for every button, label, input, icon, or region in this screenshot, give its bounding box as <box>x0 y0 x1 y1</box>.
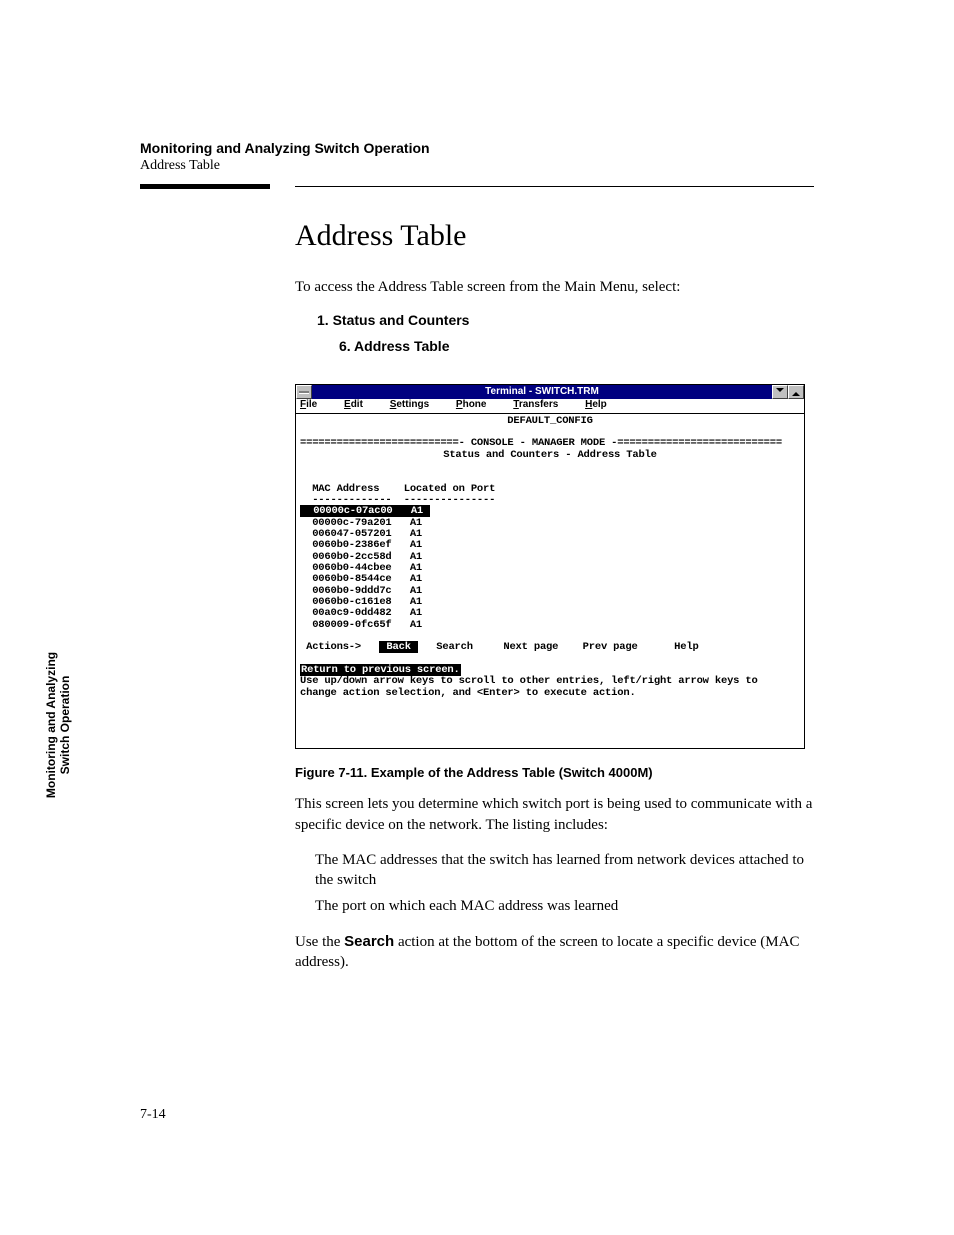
table-row[interactable]: 00000c-79a201 A1 <box>300 517 422 529</box>
menu-file[interactable]: File <box>300 399 329 410</box>
paragraph-2: Use the Search action at the bottom of t… <box>295 932 814 973</box>
table-row[interactable]: 0060b0-2386ef A1 <box>300 539 422 551</box>
minimize-icon[interactable] <box>772 385 788 399</box>
action-rest[interactable]: Search Next page Prev page Help <box>418 641 699 653</box>
table-row[interactable]: 0060b0-44cbee A1 <box>300 562 422 574</box>
action-back[interactable]: Back <box>379 641 418 653</box>
paragraph-1: This screen lets you determine which swi… <box>295 794 814 835</box>
intro-text: To access the Address Table screen from … <box>295 277 814 297</box>
table-row[interactable]: 0060b0-9ddd7c A1 <box>300 585 422 597</box>
system-menu-icon[interactable] <box>296 385 312 399</box>
header-chapter: Monitoring and Analyzing Switch Operatio… <box>140 140 814 156</box>
table-row-selected[interactable]: 00000c-07ac00 A1 <box>300 505 430 517</box>
feature-list: The MAC addresses that the switch has le… <box>315 850 814 917</box>
menu-phone[interactable]: Phone <box>456 399 499 410</box>
nav-step-2: 6. Address Table <box>339 338 814 354</box>
menu-help[interactable]: Help <box>585 399 619 410</box>
terminal-titlebar: Terminal - SWITCH.TRM <box>296 385 804 399</box>
menu-settings[interactable]: Settings <box>390 399 441 410</box>
terminal-body: DEFAULT_CONFIG =========================… <box>296 414 804 749</box>
terminal-menubar: File Edit Settings Phone Transfers Help <box>296 399 804 414</box>
table-row[interactable]: 00a0c9-0dd482 A1 <box>300 607 422 619</box>
list-item: The MAC addresses that the switch has le… <box>315 850 814 891</box>
table-row[interactable]: 006047-057201 A1 <box>300 528 422 540</box>
list-item: The port on which each MAC address was l… <box>315 896 814 916</box>
maximize-icon[interactable] <box>788 385 804 399</box>
page-title: Address Table <box>295 219 814 253</box>
page-number: 7-14 <box>140 1107 166 1123</box>
menu-transfers[interactable]: Transfers <box>513 399 570 410</box>
table-row[interactable]: 0060b0-8544ce A1 <box>300 573 422 585</box>
status-prompt: Return to previous screen. <box>300 664 461 676</box>
menu-edit[interactable]: Edit <box>344 399 375 410</box>
table-row[interactable]: 080009-0fc65f A1 <box>300 619 422 631</box>
side-tab: Monitoring and Analyzing Switch Operatio… <box>45 640 75 810</box>
nav-steps: 1. Status and Counters 6. Address Table <box>317 312 814 354</box>
table-row[interactable]: 0060b0-c161e8 A1 <box>300 596 422 608</box>
figure-caption: Figure 7-11. Example of the Address Tabl… <box>295 765 814 780</box>
header-section: Address Table <box>140 158 814 174</box>
terminal-title: Terminal - SWITCH.TRM <box>312 385 772 399</box>
table-row[interactable]: 0060b0-2cc58d A1 <box>300 551 422 563</box>
side-tab-line2: Switch Operation <box>59 640 73 810</box>
search-action-label: Search <box>344 933 394 950</box>
running-header: Monitoring and Analyzing Switch Operatio… <box>140 140 814 174</box>
side-tab-line1: Monitoring and Analyzing <box>45 640 59 810</box>
nav-step-1: 1. Status and Counters <box>317 312 814 328</box>
terminal-window: Terminal - SWITCH.TRM File Edit Settings… <box>295 384 805 749</box>
header-rule <box>140 184 814 189</box>
